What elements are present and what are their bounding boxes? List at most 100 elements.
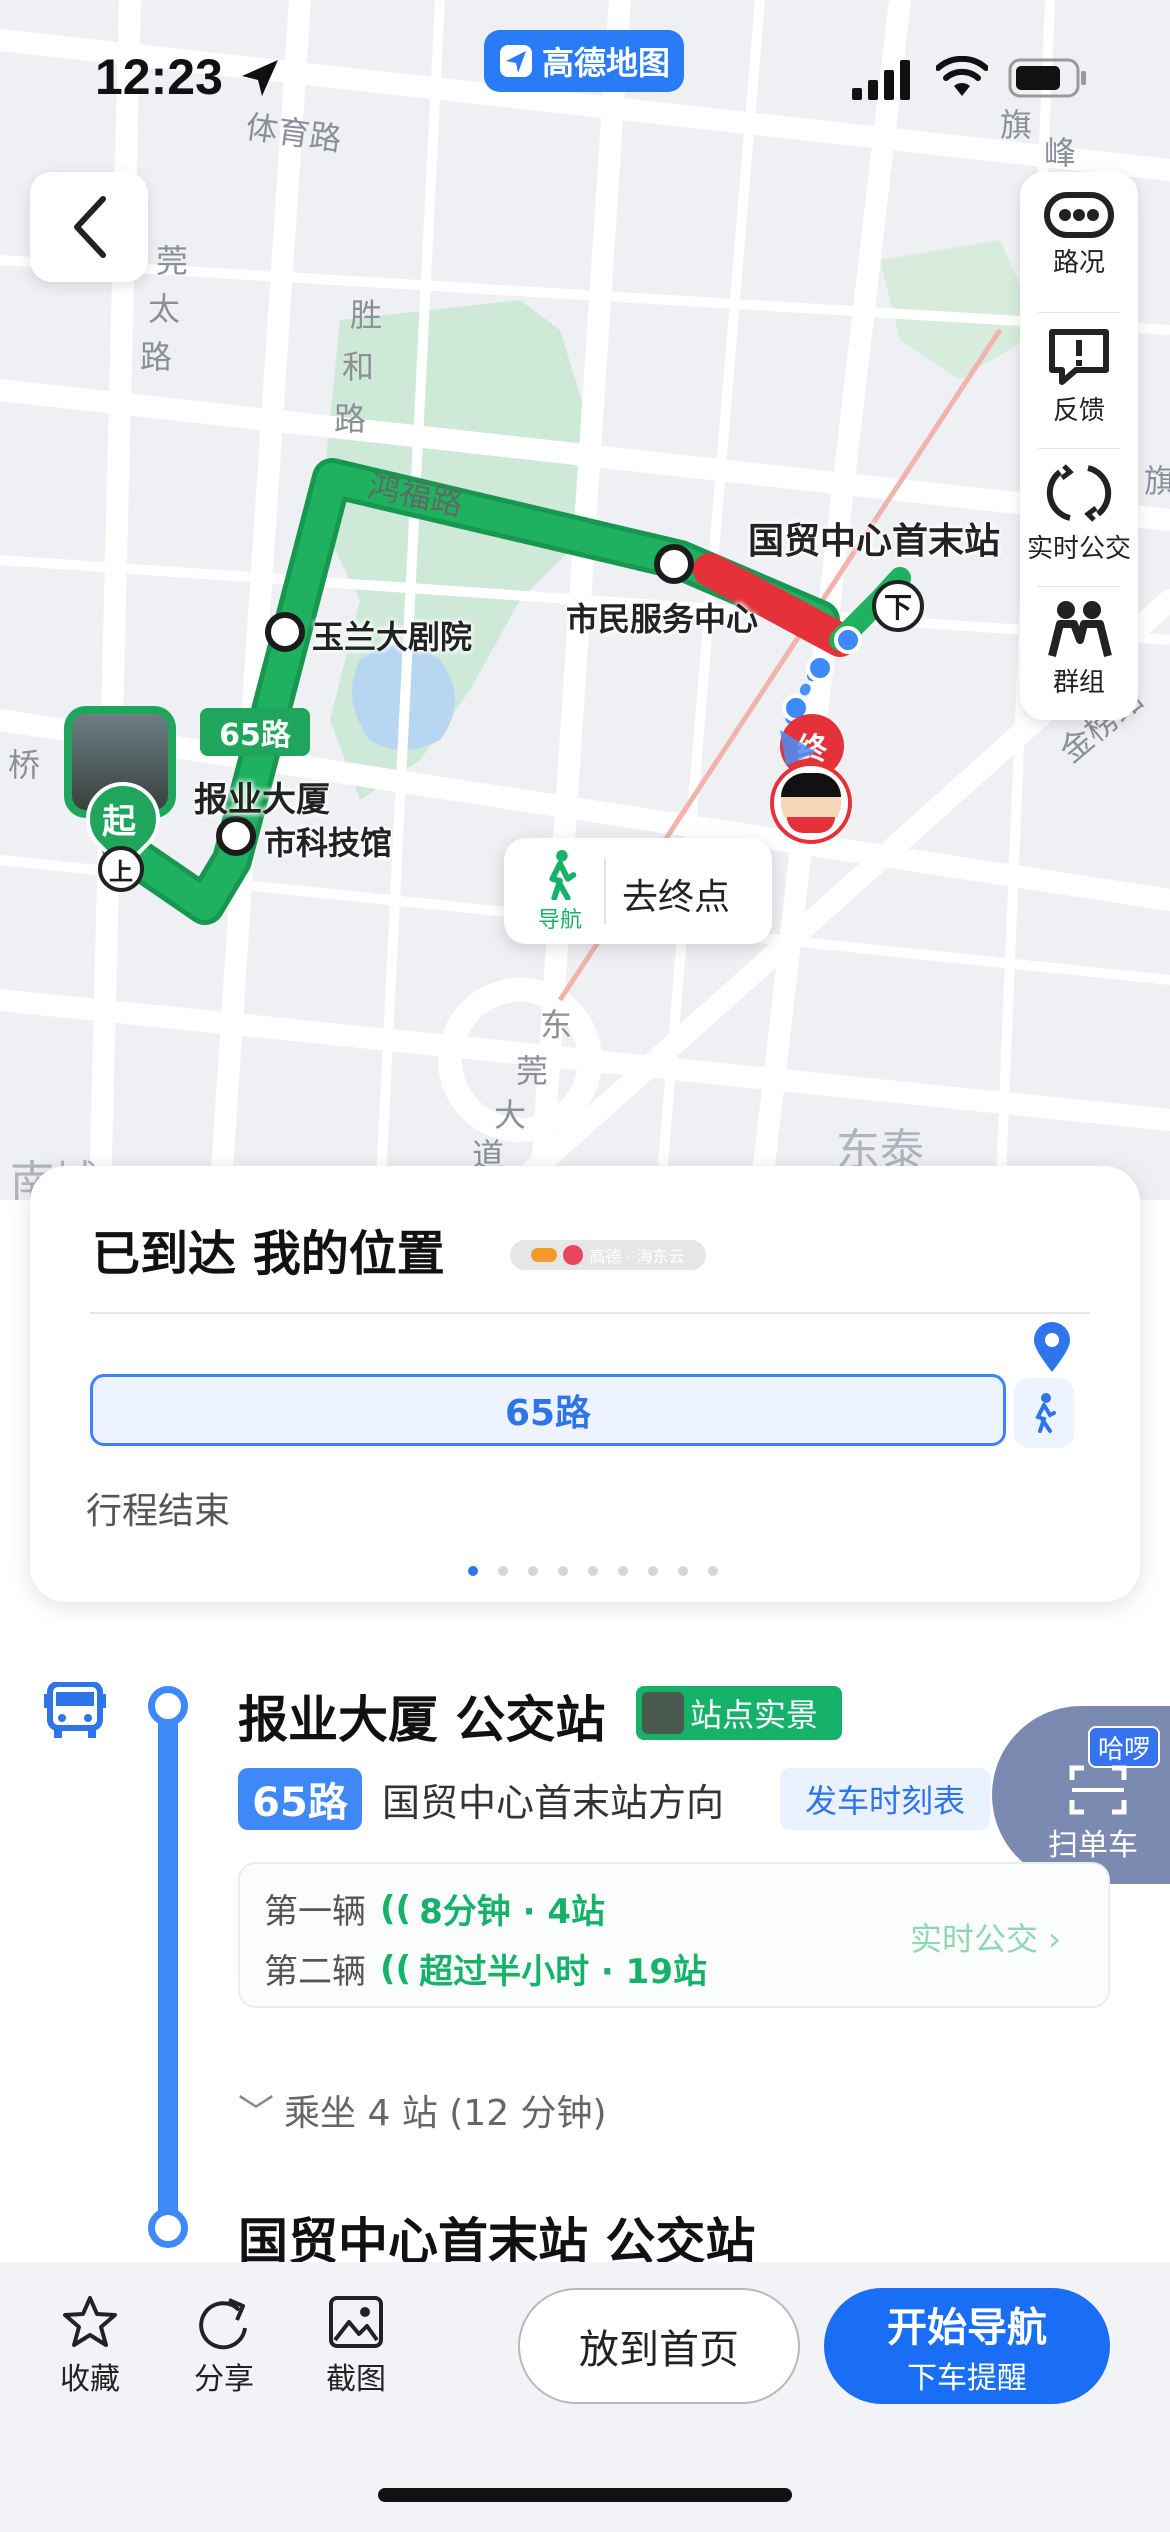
road-label: 胜 (350, 296, 383, 334)
status-time: 12:23 (95, 49, 223, 105)
stop-scene-button[interactable]: 站点实景 (636, 1686, 842, 1740)
avatar-face (781, 773, 841, 833)
start-pin-label: 起 (102, 802, 136, 842)
battery-icon (1008, 58, 1086, 98)
stop-label-science[interactable]: 市科技馆 (264, 818, 392, 864)
cellular-signal-icon (852, 60, 910, 100)
tool-traffic[interactable]: 路况 (1020, 192, 1138, 322)
add-to-home-button[interactable]: 放到首页 (518, 2288, 800, 2404)
page-dot[interactable] (708, 1566, 718, 1576)
screenshot-button[interactable]: 截图 (306, 2294, 406, 2398)
stop-marker-science[interactable] (216, 816, 256, 856)
share-button[interactable]: 分享 (174, 2294, 274, 2398)
route-tag-65[interactable]: 65路 (200, 708, 310, 756)
page-dot[interactable] (618, 1566, 628, 1576)
first-bus-row: 第一辆 (( 8分钟 · 4站 (264, 1884, 605, 1933)
tool-divider (1038, 448, 1120, 449)
walk-nav-divider (604, 858, 606, 924)
road-label: 莞 (156, 242, 189, 280)
realtime-signal-icon: (( (380, 1948, 412, 1989)
scene-tag-label: 站点实景 (690, 1696, 819, 1734)
tool-realtime-bus-label: 实时公交 (1026, 534, 1131, 564)
walk-to-end-button[interactable]: 导航 去终点 (504, 838, 772, 944)
stop-label-guomao[interactable]: 国贸中心首末站 (748, 512, 1000, 564)
road-label: 太 (148, 290, 181, 328)
image-icon (329, 2296, 383, 2348)
timetable-button[interactable]: 发车时刻表 (780, 1768, 990, 1830)
trip-summary-card[interactable]: 已到达 我的位置 高德 · 海东云 65路 行程结束 (30, 1166, 1140, 1602)
ride-info[interactable]: ﹀ 乘坐 4 站 (12 分钟) (238, 2084, 607, 2136)
back-button[interactable] (30, 172, 148, 282)
share-icon (199, 2298, 247, 2350)
walk-nav-icon-group: 导航 (530, 850, 590, 934)
page-dot[interactable] (468, 1566, 478, 1576)
exit-marker-label: 下 (883, 591, 912, 624)
tool-realtime-bus[interactable]: 实时公交 (1020, 462, 1138, 592)
ride-info-text: 乘坐 4 站 (12 分钟) (284, 2093, 607, 2134)
line-badge[interactable]: 65路 (238, 1768, 362, 1830)
tool-divider (1038, 586, 1120, 587)
bus-icon (44, 1682, 106, 1738)
exit-marker: 下 (872, 580, 924, 632)
page-dot[interactable] (588, 1566, 598, 1576)
page-dot[interactable] (528, 1566, 538, 1576)
stop-marker-yulan[interactable] (265, 612, 305, 652)
arrival-title: 已到达 我的位置 (92, 1226, 445, 1282)
walking-person-icon (1035, 1393, 1056, 1433)
realtime-bus-panel[interactable]: 第一辆 (( 8分钟 · 4站 第二辆 (( 超过半小时 · 19站 实时公交 … (238, 1862, 1110, 2008)
walk-nav-label: 去终点 (622, 877, 731, 918)
walking-person-icon (549, 850, 577, 900)
page-dot[interactable] (498, 1566, 508, 1576)
wifi-icon (936, 56, 988, 96)
star-icon (63, 2296, 117, 2347)
stop-label-baoye[interactable]: 报业大厦 (194, 772, 330, 821)
timeline-bar (158, 1702, 178, 2242)
timeline-node-start (148, 1686, 188, 1726)
chevron-down-icon: ﹀ (238, 2093, 275, 2134)
scan-icon (1069, 1765, 1127, 1815)
route-timeline (148, 1686, 188, 2248)
location-arrow-icon (242, 60, 278, 96)
page-dot[interactable] (648, 1566, 658, 1576)
collect-button[interactable]: 收藏 (40, 2294, 140, 2398)
timeline-node-end (148, 2208, 188, 2248)
realtime-signal-icon: (( (380, 1888, 412, 1929)
realtime-bus-icon (1046, 464, 1112, 522)
stop-marker-civic[interactable] (654, 544, 694, 584)
board-stop-title[interactable]: 报业大厦 公交站 (238, 1680, 605, 1752)
realtime-bus-link[interactable]: 实时公交 › (910, 1914, 1061, 1960)
partner-logo-icon (563, 1245, 584, 1265)
road-label: 桥 (8, 746, 41, 784)
line-direction: 国贸中心首末站方向 (382, 1781, 725, 1825)
feedback-icon (1049, 329, 1109, 385)
scan-bike-button[interactable]: 哈啰 扫单车 (992, 1706, 1170, 1884)
walk-segment[interactable] (1014, 1378, 1074, 1448)
first-bus-value: 8分钟 · 4站 (419, 1892, 605, 1932)
map-view[interactable]: 体育路 胜 和 路 鸿福路 莞 太 路 旗 峰 金榜路 东 莞 大 道 东泰 南… (0, 0, 1170, 1200)
walk-nav-icon-label: 导航 (537, 908, 582, 933)
start-navigation-button[interactable]: 开始导航 下车提醒 (824, 2288, 1110, 2404)
avatar-shirt (787, 817, 835, 833)
stop-label-civic[interactable]: 市民服务中心 (566, 594, 758, 640)
second-bus-value: 超过半小时 · 19站 (419, 1952, 707, 1992)
road-label: 和 (342, 348, 375, 386)
tool-group[interactable]: 群组 (1020, 600, 1138, 730)
app-badge[interactable]: 高德地图 (484, 30, 684, 92)
status-bar: 12:23 高德地图 (0, 0, 1170, 150)
tool-feedback-label: 反馈 (1052, 396, 1105, 426)
page-dot[interactable] (678, 1566, 688, 1576)
page-dot[interactable] (558, 1566, 568, 1576)
tool-traffic-label: 路况 (1052, 248, 1105, 278)
home-indicator[interactable] (378, 2488, 792, 2502)
road-label: 东 (540, 1006, 573, 1044)
location-pin-icon (1034, 1322, 1070, 1372)
partner-text: 高德 · 海东云 (589, 1247, 685, 1266)
stop-label-yulan[interactable]: 玉兰大剧院 (312, 612, 472, 658)
partner-badge: 高德 · 海东云 (510, 1240, 706, 1270)
trip-status: 行程结束 (86, 1491, 231, 1532)
app-name: 高德地图 (541, 44, 670, 82)
haluo-label: 扫单车 (1048, 1828, 1138, 1863)
page-indicator[interactable] (468, 1566, 718, 1576)
route-segment-bar[interactable]: 65路 (90, 1374, 1006, 1446)
tool-feedback[interactable]: 反馈 (1020, 328, 1138, 458)
